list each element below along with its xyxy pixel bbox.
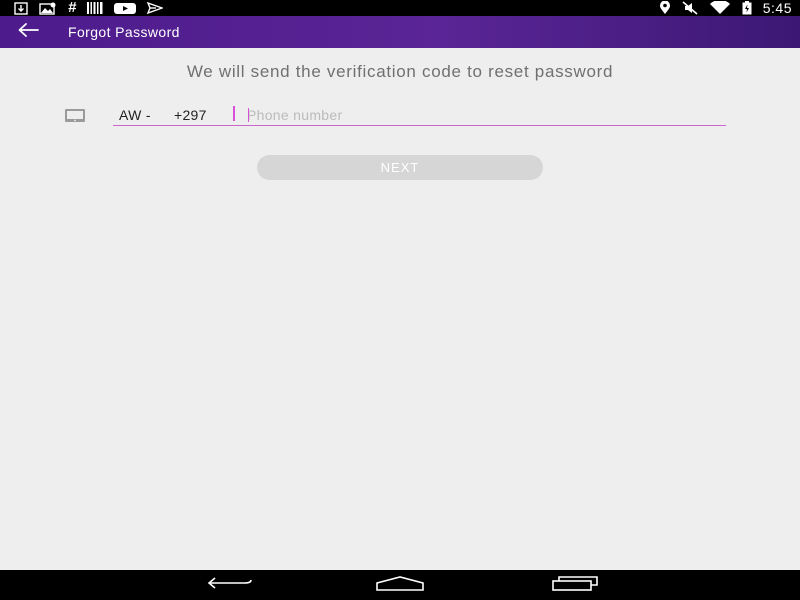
status-bar: # 5:45	[0, 0, 800, 16]
recents-icon	[551, 575, 599, 596]
phone-device-icon	[64, 108, 88, 124]
nav-home-button[interactable]	[370, 570, 430, 600]
instruction-text: We will send the verification code to re…	[186, 62, 614, 81]
nav-back-button[interactable]	[200, 570, 260, 600]
download-icon	[14, 0, 28, 16]
status-bar-notifications: #	[14, 0, 164, 16]
back-icon	[207, 575, 253, 596]
battery-icon	[742, 0, 752, 16]
status-bar-system: 5:45	[659, 0, 792, 16]
toolbar: Forgot Password	[0, 16, 800, 48]
next-button[interactable]: NEXT	[257, 155, 543, 180]
barcode-icon	[87, 0, 103, 16]
youtube-icon	[114, 0, 137, 16]
nav-recents-button[interactable]	[545, 570, 605, 600]
arrow-left-icon	[17, 22, 39, 43]
location-icon	[659, 0, 671, 16]
wifi-icon	[709, 0, 731, 16]
mute-icon	[682, 0, 698, 16]
navigation-bar	[0, 570, 800, 600]
send-icon	[147, 0, 164, 16]
gallery-icon	[39, 0, 57, 16]
text-cursor	[248, 108, 249, 122]
hash-icon: #	[68, 0, 77, 16]
phone-number-input[interactable]	[247, 105, 717, 124]
dial-code: +297	[174, 107, 207, 123]
field-divider	[233, 106, 235, 121]
back-button[interactable]	[10, 16, 46, 48]
phone-number-field: AW - +297	[113, 104, 726, 126]
home-icon	[375, 575, 425, 596]
country-code-selector[interactable]: AW -	[119, 107, 151, 123]
page-title: Forgot Password	[68, 24, 180, 40]
clock: 5:45	[762, 0, 792, 16]
